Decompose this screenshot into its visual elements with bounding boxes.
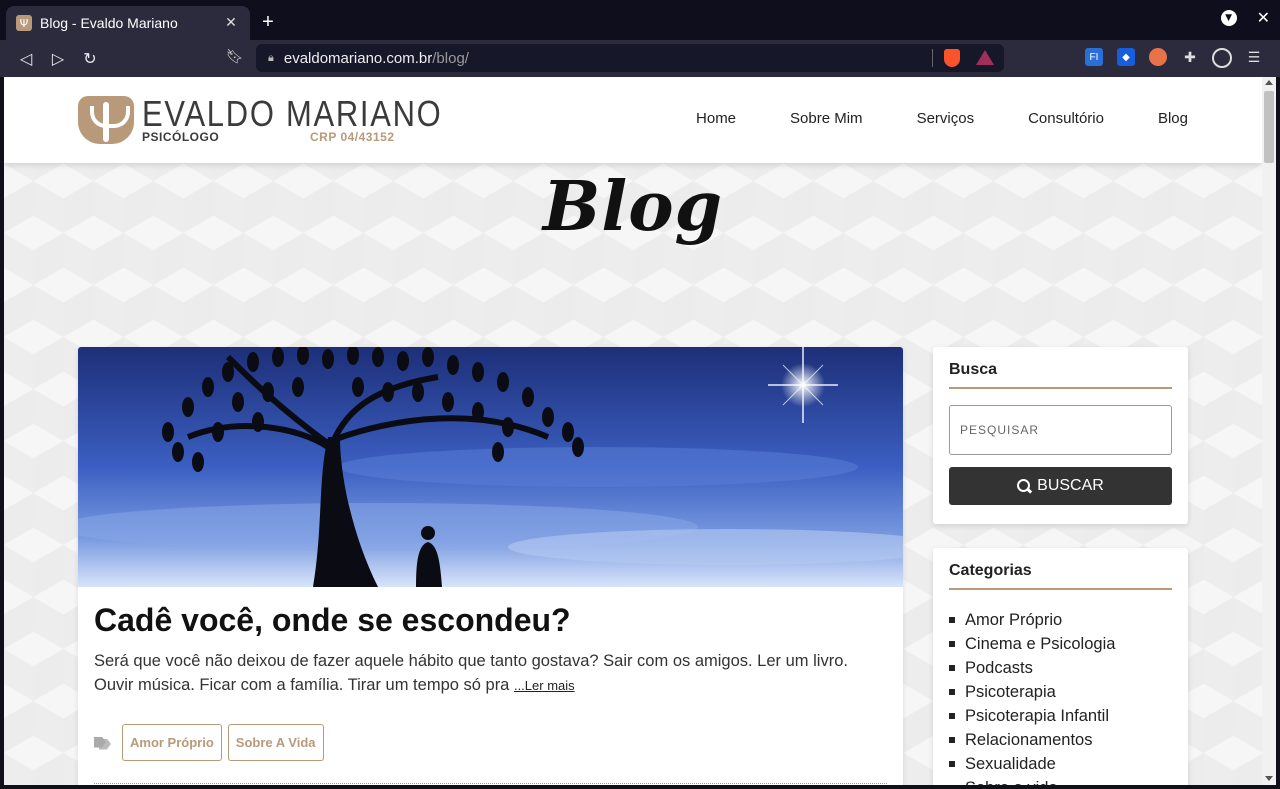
site-logo[interactable]: EVALDO MARIANO PSICÓLOGO CRP 04/43152: [78, 94, 441, 146]
category-item[interactable]: Cinema e Psicologia: [949, 632, 1172, 656]
page-scrollbar[interactable]: [1262, 77, 1276, 785]
logo-subtitle: PSICÓLOGO: [142, 130, 220, 144]
category-item[interactable]: Sobre a vida: [949, 776, 1172, 785]
extension-bitwarden-icon[interactable]: ◆: [1117, 48, 1135, 66]
window-frame-bottom: [0, 785, 1280, 789]
url-text: evaldomariano.com.br/blog/: [283, 49, 469, 67]
categories-list: Amor Próprio Cinema e Psicologia Podcast…: [949, 608, 1172, 785]
category-item[interactable]: Psicoterapia Infantil: [949, 704, 1172, 728]
page-title: Blog: [542, 167, 724, 247]
category-item[interactable]: Amor Próprio: [949, 608, 1172, 632]
site-header: EVALDO MARIANO PSICÓLOGO CRP 04/43152 Ho…: [4, 77, 1262, 163]
scroll-up-icon[interactable]: [1265, 80, 1273, 85]
tab-search-icon[interactable]: ▼: [1220, 9, 1237, 26]
scrollbar-thumb[interactable]: [1264, 91, 1274, 163]
menu-servicos[interactable]: Serviços: [917, 110, 975, 127]
new-tab-button[interactable]: +: [258, 11, 278, 34]
search-widget: Busca BUSCAR: [933, 347, 1188, 524]
brave-shields-icon[interactable]: [944, 49, 960, 67]
categories-widget-title: Categorias: [949, 562, 1172, 590]
address-bar[interactable]: 🔒︎ evaldomariano.com.br/blog/: [256, 44, 1004, 72]
scroll-down-icon[interactable]: [1265, 776, 1273, 781]
category-item[interactable]: Podcasts: [949, 656, 1172, 680]
lock-icon: 🔒︎: [268, 51, 274, 64]
tab-title: Blog - Evaldo Mariano: [40, 15, 178, 31]
menu-home[interactable]: Home: [696, 110, 736, 127]
search-button-label: BUSCAR: [1037, 477, 1104, 494]
category-item[interactable]: Relacionamentos: [949, 728, 1172, 752]
browser-toolbar: ◁ ▷ ↻ 🔖︎ 🔒︎ evaldomariano.com.br/blog/ F…: [0, 40, 1280, 77]
tag-link[interactable]: Amor Próprio: [122, 724, 222, 761]
search-widget-title: Busca: [949, 361, 1172, 389]
post-card: Cadê você, onde se escondeu? Será que vo…: [78, 347, 903, 785]
window-frame-right: [1276, 77, 1280, 789]
extension-translate-icon[interactable]: FI: [1085, 48, 1103, 66]
site-favicon-icon: Ψ: [16, 15, 32, 31]
post-divider: [94, 783, 887, 784]
post-excerpt: Será que você não deixou de fazer aquele…: [94, 652, 848, 694]
bookmark-icon[interactable]: 🔖︎: [226, 49, 244, 65]
browser-tab-strip: Ψ Blog - Evaldo Mariano ✕ + ▼ ✕: [0, 0, 1280, 40]
forward-icon[interactable]: ▷: [42, 49, 74, 68]
browser-tab[interactable]: Ψ Blog - Evaldo Mariano ✕: [6, 6, 250, 40]
tag-link[interactable]: Sobre A Vida: [227, 724, 324, 761]
post-tags: Amor Próprio Sobre A Vida: [94, 724, 324, 761]
psi-logo-icon: [78, 96, 134, 144]
window-close-button[interactable]: ✕: [1257, 8, 1270, 27]
extensions-puzzle-icon[interactable]: ✚: [1181, 48, 1199, 66]
main-menu: Home Sobre Mim Serviços Consultório Blog: [642, 110, 1188, 127]
category-item[interactable]: Psicoterapia: [949, 680, 1172, 704]
search-button[interactable]: BUSCAR: [949, 467, 1172, 505]
brave-rewards-icon[interactable]: [976, 50, 994, 65]
category-item[interactable]: Sexualidade: [949, 752, 1172, 776]
post-featured-image[interactable]: [78, 347, 903, 587]
search-input[interactable]: [949, 405, 1172, 455]
omnibox-divider: [932, 49, 933, 67]
categories-widget: Categorias Amor Próprio Cinema e Psicolo…: [933, 548, 1188, 785]
page-viewport: EVALDO MARIANO PSICÓLOGO CRP 04/43152 Ho…: [4, 77, 1262, 785]
search-icon: [1017, 479, 1031, 493]
extension-orange-icon[interactable]: [1149, 48, 1167, 66]
browser-menu-icon[interactable]: ☰: [1245, 48, 1263, 66]
profile-avatar-icon[interactable]: [1212, 48, 1232, 68]
read-more-link[interactable]: ...Ler mais: [514, 678, 575, 693]
menu-sobre-mim[interactable]: Sobre Mim: [790, 110, 863, 127]
reload-icon[interactable]: ↻: [74, 49, 106, 68]
menu-blog[interactable]: Blog: [1158, 110, 1188, 127]
menu-consultorio[interactable]: Consultório: [1028, 110, 1104, 127]
tags-icon: [94, 736, 112, 750]
tab-close-icon[interactable]: ✕: [222, 15, 240, 31]
post-title[interactable]: Cadê você, onde se escondeu?: [94, 602, 571, 639]
logo-name: EVALDO MARIANO: [142, 93, 443, 134]
logo-crp: CRP 04/43152: [310, 130, 395, 144]
back-icon[interactable]: ◁: [10, 49, 42, 68]
